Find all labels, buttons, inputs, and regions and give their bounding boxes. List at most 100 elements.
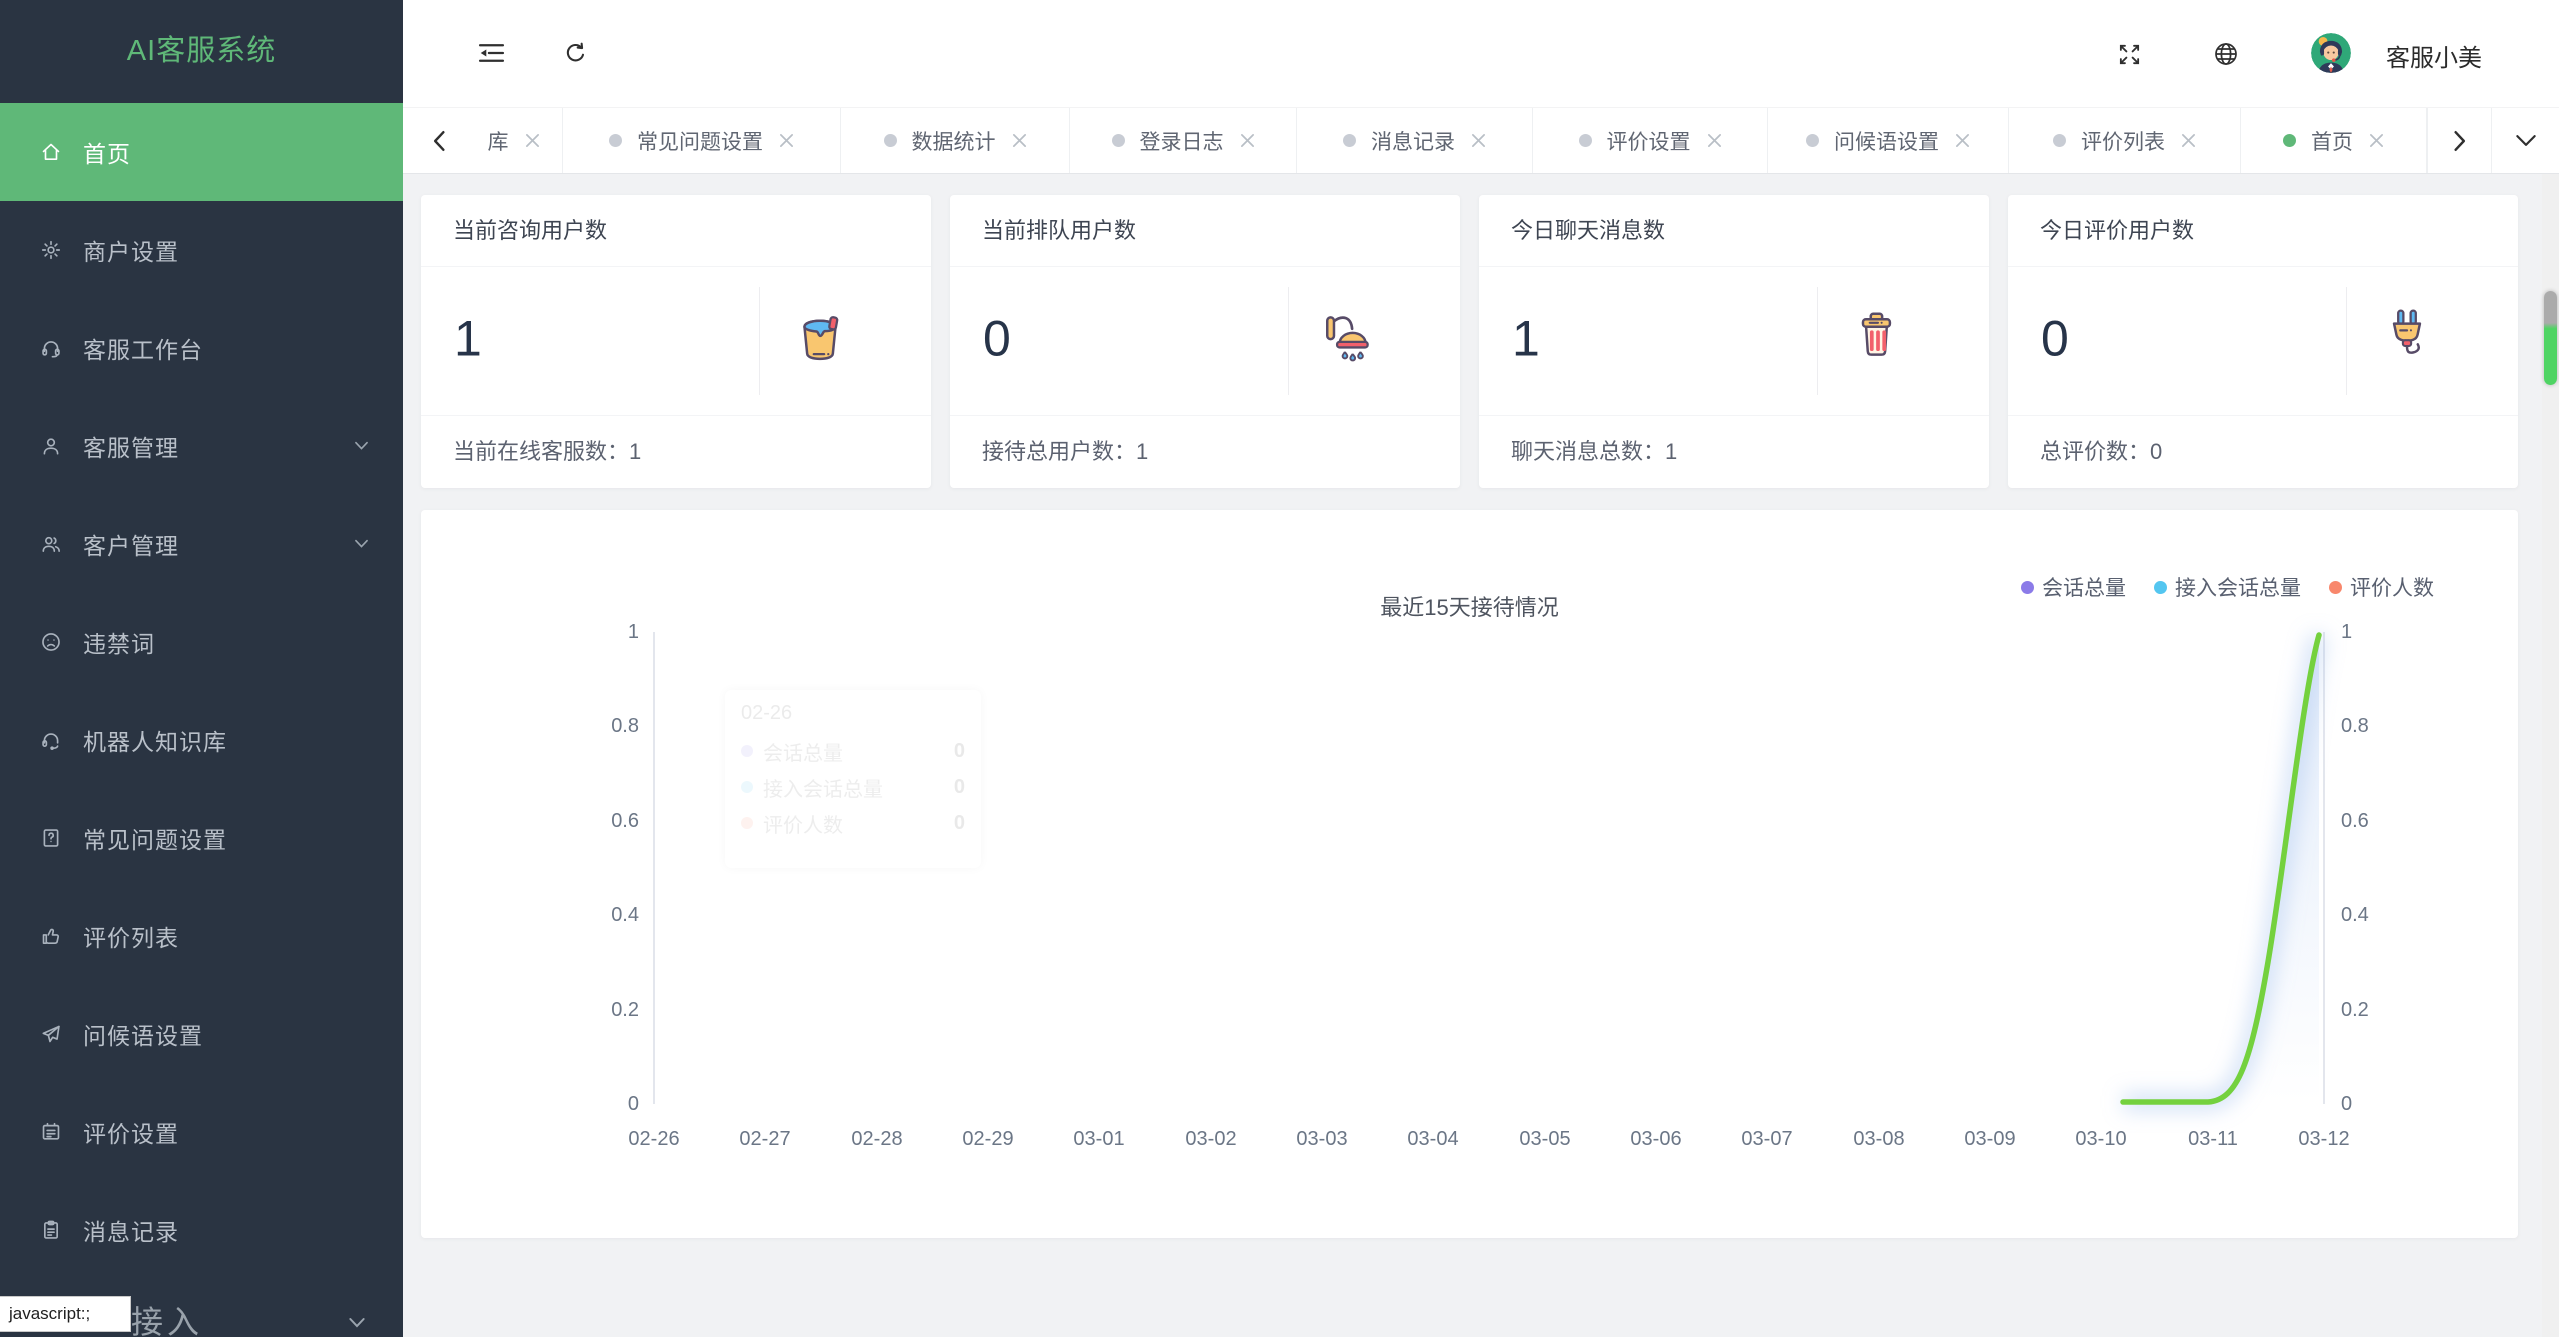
legend-item-accepted-sessions[interactable]: 接入会话总量 <box>2154 572 2301 602</box>
series-dot <box>741 817 753 829</box>
tab-label: 登录日志 <box>1140 126 1224 156</box>
y-axis-tick: 0 <box>569 1092 639 1116</box>
tooltip-row: 评价人数 0 <box>741 805 965 841</box>
user-icon <box>40 435 62 457</box>
sidebar-item-review-list[interactable]: 评价列表 <box>0 887 403 985</box>
sidebar-item-robot-knowledge[interactable]: 机器人知识库 <box>0 691 403 789</box>
x-axis-tick: 03-12 <box>2278 1128 2370 1151</box>
gear-icon <box>40 239 62 261</box>
sidebar-item-review-settings[interactable]: 评价设置 <box>0 1083 403 1181</box>
divider <box>1288 287 1289 395</box>
sidebar-item-banned-words[interactable]: 违禁词 <box>0 593 403 691</box>
divider <box>759 287 760 395</box>
tabbar: 库 常见问题设置 数据统计 登录日志 消息记录 评价设置 <box>403 107 2559 174</box>
thumbs-up-icon <box>40 925 62 947</box>
sidebar-item-home[interactable]: 首页 <box>0 103 403 201</box>
globe-icon[interactable] <box>2213 41 2239 72</box>
sidebar-item-agent-management[interactable]: 客服管理 <box>0 397 403 495</box>
sidebar-item-faq-settings[interactable]: 常见问题设置 <box>0 789 403 887</box>
divider <box>1817 287 1818 395</box>
sidebar-item-merchant-settings[interactable]: 商户设置 <box>0 201 403 299</box>
tab-label: 消息记录 <box>1371 126 1455 156</box>
sidebar-item-message-log[interactable]: 消息记录 <box>0 1181 403 1279</box>
tooltip-series-value: 0 <box>954 740 965 763</box>
x-axis-tick: 03-06 <box>1610 1128 1702 1151</box>
close-icon[interactable] <box>1955 133 1970 148</box>
stat-card-body: 1 <box>1479 267 1989 415</box>
close-icon[interactable] <box>2181 133 2196 148</box>
x-axis-tick: 03-08 <box>1833 1128 1925 1151</box>
sidebar-item-label: 违禁词 <box>83 625 155 659</box>
avatar[interactable] <box>2311 33 2351 73</box>
chart-tooltip-ghost: 02-26 会话总量 0 接入会话总量 0 评价人数 0 <box>725 690 981 868</box>
sidebar-item-agent-workbench[interactable]: 客服工作台 <box>0 299 403 397</box>
paint-bucket-icon <box>791 306 849 364</box>
trash-can-icon <box>1849 306 1907 364</box>
stat-card-title: 当前咨询用户数 <box>421 195 931 267</box>
shower-icon <box>1320 306 1378 364</box>
close-icon[interactable] <box>1471 133 1486 148</box>
sidebar-menu: 首页 商户设置 客服工作台 客服管理 <box>0 103 403 1279</box>
sidebar-item-label: 评价列表 <box>83 919 179 953</box>
footer-label: 当前在线客服数： <box>453 439 629 464</box>
tab-greeting-settings[interactable]: 问候语设置 <box>1768 108 2009 173</box>
tab-message-log[interactable]: 消息记录 <box>1297 108 1533 173</box>
collapse-sidebar-icon[interactable] <box>478 42 505 69</box>
stat-value: 0 <box>983 310 1011 368</box>
tab-home[interactable]: 首页 <box>2241 108 2427 173</box>
y-axis-tick-right: 0.8 <box>2341 714 2411 738</box>
tooltip-series-label: 接入会话总量 <box>763 773 954 802</box>
tabs-menu-dropdown-button[interactable] <box>2491 108 2559 173</box>
robot-headset-icon <box>40 729 62 751</box>
sidebar-item-access[interactable]: 接入 <box>131 1297 203 1337</box>
stat-card-title: 今日聊天消息数 <box>1479 195 1989 267</box>
fullscreen-icon[interactable] <box>2117 42 2142 72</box>
stat-card-review-users-today: 今日评价用户数 0 总评价数：0 <box>2008 195 2518 488</box>
close-icon[interactable] <box>525 133 540 148</box>
footer-label: 聊天消息总数： <box>1511 439 1665 464</box>
stat-card-title: 今日评价用户数 <box>2008 195 2518 267</box>
stat-card-footer: 接待总用户数：1 <box>950 415 1460 488</box>
close-icon[interactable] <box>1012 133 1027 148</box>
stat-value: 1 <box>454 310 482 368</box>
tab-status-dot <box>2053 134 2066 147</box>
tab-review-settings[interactable]: 评价设置 <box>1533 108 1768 173</box>
series-dot <box>741 781 753 793</box>
username[interactable]: 客服小美 <box>2386 38 2482 73</box>
sidebar-item-greeting-settings[interactable]: 问候语设置 <box>0 985 403 1083</box>
close-icon[interactable] <box>779 133 794 148</box>
footer-label: 总评价数： <box>2040 439 2150 464</box>
tabs-scroll-left-button[interactable] <box>403 108 475 173</box>
close-icon[interactable] <box>2369 133 2384 148</box>
sidebar-item-label: 客服工作台 <box>83 331 203 365</box>
scrollbar-thumb[interactable] <box>2544 291 2557 385</box>
chart-legend: 会话总量 接入会话总量 评价人数 <box>2021 572 2434 602</box>
tab-login-log[interactable]: 登录日志 <box>1070 108 1297 173</box>
tab-status-dot <box>1343 134 1356 147</box>
y-axis-tick: 0.6 <box>569 809 639 833</box>
app-root: AI客服系统 首页 商户设置 客服工作台 <box>0 0 2559 1337</box>
x-axis-tick: 03-02 <box>1165 1128 1257 1151</box>
tabs-scroll-right-button[interactable] <box>2427 108 2491 173</box>
tab-data-statistics[interactable]: 数据统计 <box>841 108 1070 173</box>
series-dot <box>741 745 753 757</box>
app-logo: AI客服系统 <box>0 0 403 103</box>
divider <box>2346 287 2347 395</box>
tab-faq-settings[interactable]: 常见问题设置 <box>563 108 841 173</box>
y-axis-tick: 0.2 <box>569 998 639 1022</box>
tab-status-dot <box>1112 134 1125 147</box>
refresh-icon[interactable] <box>563 41 588 71</box>
close-icon[interactable] <box>1240 133 1255 148</box>
tab-truncated[interactable]: 库 <box>475 108 563 173</box>
sidebar-item-label: 首页 <box>83 135 131 169</box>
power-plug-icon <box>2378 306 2436 364</box>
legend-dot <box>2329 581 2342 594</box>
stat-card-queued-users: 当前排队用户数 0 接待总用户数：1 <box>950 195 1460 488</box>
legend-item-sessions[interactable]: 会话总量 <box>2021 572 2126 602</box>
legend-item-reviewers[interactable]: 评价人数 <box>2329 572 2434 602</box>
tab-label: 库 <box>488 126 509 156</box>
footer-value: 1 <box>629 439 641 464</box>
tab-review-list[interactable]: 评价列表 <box>2009 108 2241 173</box>
sidebar-item-customer-management[interactable]: 客户管理 <box>0 495 403 593</box>
close-icon[interactable] <box>1707 133 1722 148</box>
